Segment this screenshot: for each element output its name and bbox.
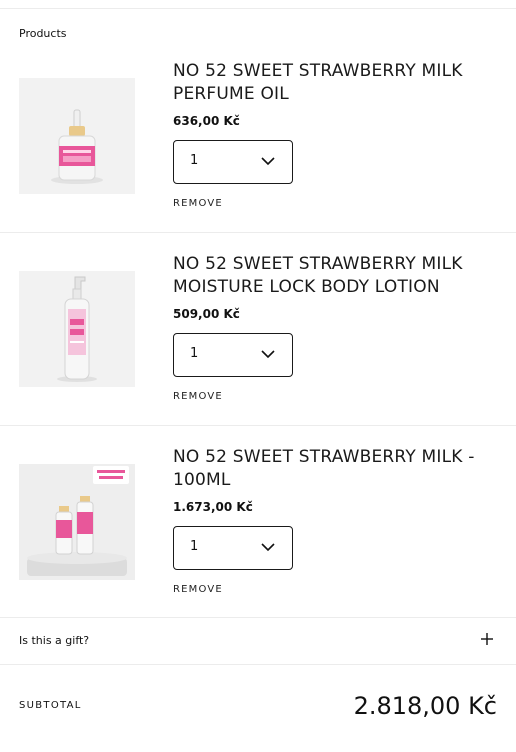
- perfume-oil-bottle-icon: [19, 78, 135, 194]
- product-title[interactable]: NO 52 SWEET STRAWBERRY MILK - 100ML: [173, 446, 493, 492]
- quantity-select[interactable]: 1: [173, 140, 293, 184]
- quantity-value: 1: [190, 539, 199, 554]
- product-image[interactable]: [19, 78, 135, 194]
- item-divider: [0, 425, 516, 426]
- cart-item: NO 52 SWEET STRAWBERRY MILK - 100ML 1.67…: [0, 444, 516, 619]
- subtotal-value: 2.818,00 Kč: [353, 692, 497, 720]
- product-image[interactable]: [19, 464, 135, 580]
- chevron-down-icon: [261, 543, 275, 552]
- remove-button[interactable]: REMOVE: [173, 391, 223, 402]
- remove-button[interactable]: REMOVE: [173, 584, 223, 595]
- quantity-select[interactable]: 1: [173, 526, 293, 570]
- remove-button[interactable]: REMOVE: [173, 198, 223, 209]
- product-title-line2: 100ML: [173, 470, 231, 490]
- body-lotion-pump-bottle-icon: [19, 271, 135, 387]
- chevron-down-icon: [261, 157, 275, 166]
- gift-divider: [0, 664, 516, 665]
- product-title-line1: NO 52 SWEET STRAWBERRY MILK -: [173, 447, 475, 467]
- product-image[interactable]: [19, 271, 135, 387]
- products-section-title: Products: [19, 27, 67, 40]
- plus-icon[interactable]: [480, 632, 494, 646]
- product-title-line2: MOISTURE LOCK BODY LOTION: [173, 277, 440, 297]
- top-divider: [0, 8, 516, 9]
- product-title[interactable]: NO 52 SWEET STRAWBERRY MILK PERFUME OIL: [173, 60, 493, 106]
- product-price: 636,00 Kč: [173, 114, 240, 128]
- gift-label: Is this a gift?: [19, 634, 90, 647]
- product-title-line2: PERFUME OIL: [173, 84, 289, 104]
- cart-item: NO 52 SWEET STRAWBERRY MILK MOISTURE LOC…: [0, 251, 516, 426]
- chevron-down-icon: [261, 350, 275, 359]
- product-title-line1: NO 52 SWEET STRAWBERRY MILK: [173, 254, 463, 274]
- product-title-line1: NO 52 SWEET STRAWBERRY MILK: [173, 61, 463, 81]
- cart-item: NO 52 SWEET STRAWBERRY MILK PERFUME OIL …: [0, 58, 516, 233]
- subtotal-label: SUBTOTAL: [19, 700, 82, 711]
- perfume-bottles-on-podium-icon: [19, 464, 135, 580]
- quantity-value: 1: [190, 153, 199, 168]
- quantity-select[interactable]: 1: [173, 333, 293, 377]
- product-title[interactable]: NO 52 SWEET STRAWBERRY MILK MOISTURE LOC…: [173, 253, 493, 299]
- gift-toggle-row[interactable]: Is this a gift?: [0, 618, 516, 664]
- product-price: 1.673,00 Kč: [173, 500, 253, 514]
- product-price: 509,00 Kč: [173, 307, 240, 321]
- quantity-value: 1: [190, 346, 199, 361]
- item-divider: [0, 232, 516, 233]
